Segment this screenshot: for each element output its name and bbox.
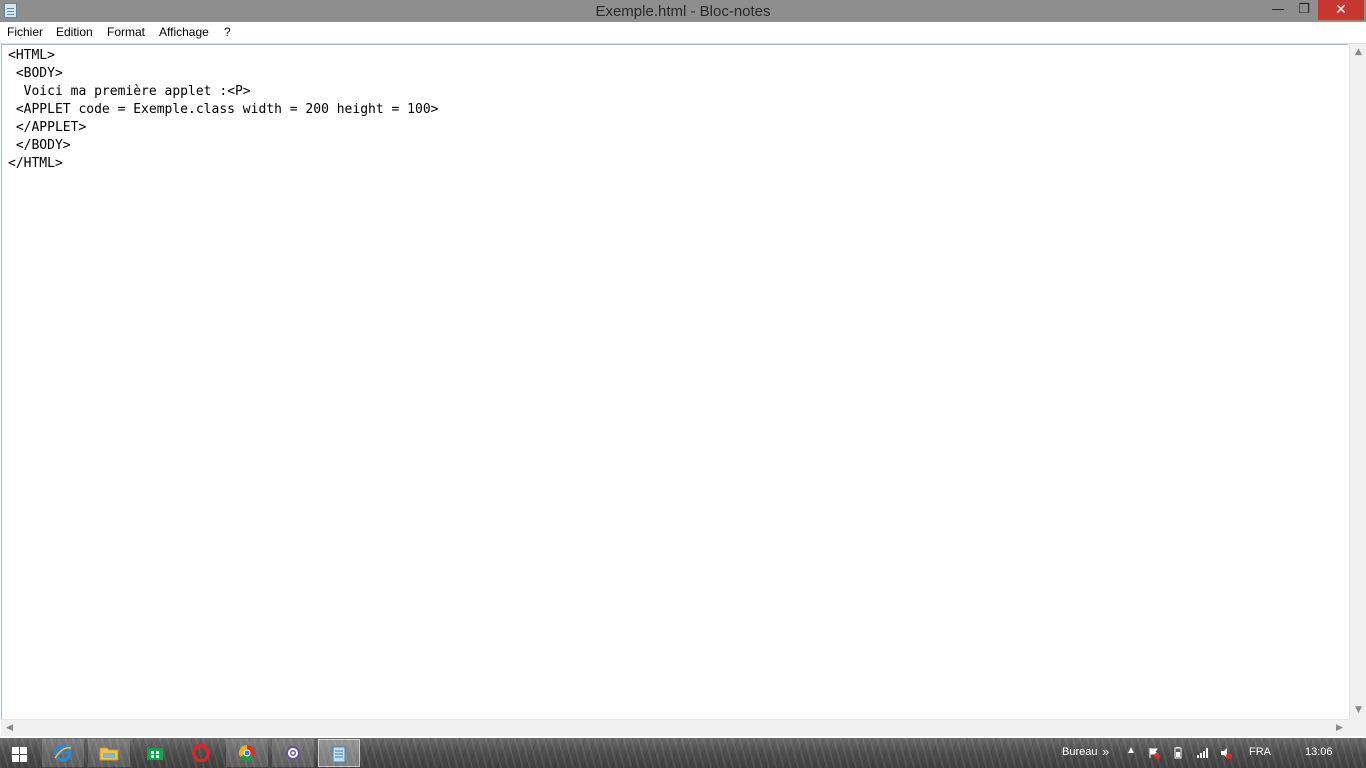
window-title: Exemple.html - Bloc-notes <box>595 3 771 20</box>
scroll-right-icon[interactable]: ▶ <box>1331 720 1348 737</box>
language-indicator[interactable]: FRA <box>1249 746 1271 758</box>
taskbar-store[interactable] <box>134 739 176 767</box>
taskbar-file-explorer[interactable] <box>88 739 130 767</box>
network-signal-icon[interactable] <box>1196 747 1208 759</box>
notepad-icon <box>332 746 346 763</box>
chrome-icon <box>238 744 255 762</box>
taskbar-opera[interactable] <box>180 739 222 767</box>
scrollbar-corner <box>1349 719 1366 736</box>
close-button[interactable]: ✕ <box>1318 0 1364 20</box>
menu-bar: Fichier Edition Format Affichage ? <box>0 22 1366 44</box>
gear-icon <box>286 746 300 760</box>
menu-affichage[interactable]: Affichage <box>159 25 209 39</box>
internet-explorer-icon <box>54 744 72 762</box>
minimize-button[interactable]: — <box>1265 0 1291 20</box>
taskbar-settings[interactable] <box>272 739 314 767</box>
store-icon <box>147 748 163 760</box>
horizontal-scrollbar[interactable]: ◀ ▶ <box>1 719 1349 736</box>
taskbar-internet-explorer[interactable] <box>42 739 84 767</box>
text-editor[interactable]: <HTML> <BODY> Voici ma première applet :… <box>1 44 1348 719</box>
editor-content[interactable]: <HTML> <BODY> Voici ma première applet :… <box>8 47 438 173</box>
volume-muted-icon[interactable] <box>1220 747 1232 759</box>
folder-icon <box>99 747 119 761</box>
taskbar-notepad[interactable] <box>318 739 360 767</box>
clock[interactable]: 13:06 <box>1305 746 1333 758</box>
scroll-left-icon[interactable]: ◀ <box>1 720 18 737</box>
action-center-flag-icon[interactable] <box>1148 747 1160 759</box>
vertical-scrollbar[interactable]: ▲ ▼ <box>1349 44 1366 719</box>
menu-fichier[interactable]: Fichier <box>7 25 43 39</box>
title-bar[interactable]: Exemple.html - Bloc-notes — ❐ ✕ <box>0 0 1366 22</box>
menu-format[interactable]: Format <box>107 25 145 39</box>
menu-edition[interactable]: Edition <box>56 25 93 39</box>
scroll-down-icon[interactable]: ▼ <box>1350 702 1366 719</box>
opera-icon <box>192 744 210 762</box>
restore-button[interactable]: ❐ <box>1291 0 1317 20</box>
windows-logo-icon <box>12 747 27 762</box>
scroll-up-icon[interactable]: ▲ <box>1350 44 1366 61</box>
more-toolbars-chevron-icon[interactable]: » <box>1102 744 1109 759</box>
battery-icon[interactable] <box>1172 747 1184 759</box>
desktop-toolbar-label[interactable]: Bureau <box>1062 746 1097 758</box>
show-hidden-icons-icon[interactable]: ▲ <box>1126 745 1136 756</box>
taskbar-chrome[interactable] <box>226 739 268 767</box>
notepad-window: Exemple.html - Bloc-notes — ❐ ✕ Fichier … <box>0 0 1366 738</box>
start-button[interactable] <box>0 739 40 767</box>
menu-help[interactable]: ? <box>224 25 231 39</box>
taskbar: Bureau » ▲ FRA 13:06 <box>0 738 1366 768</box>
